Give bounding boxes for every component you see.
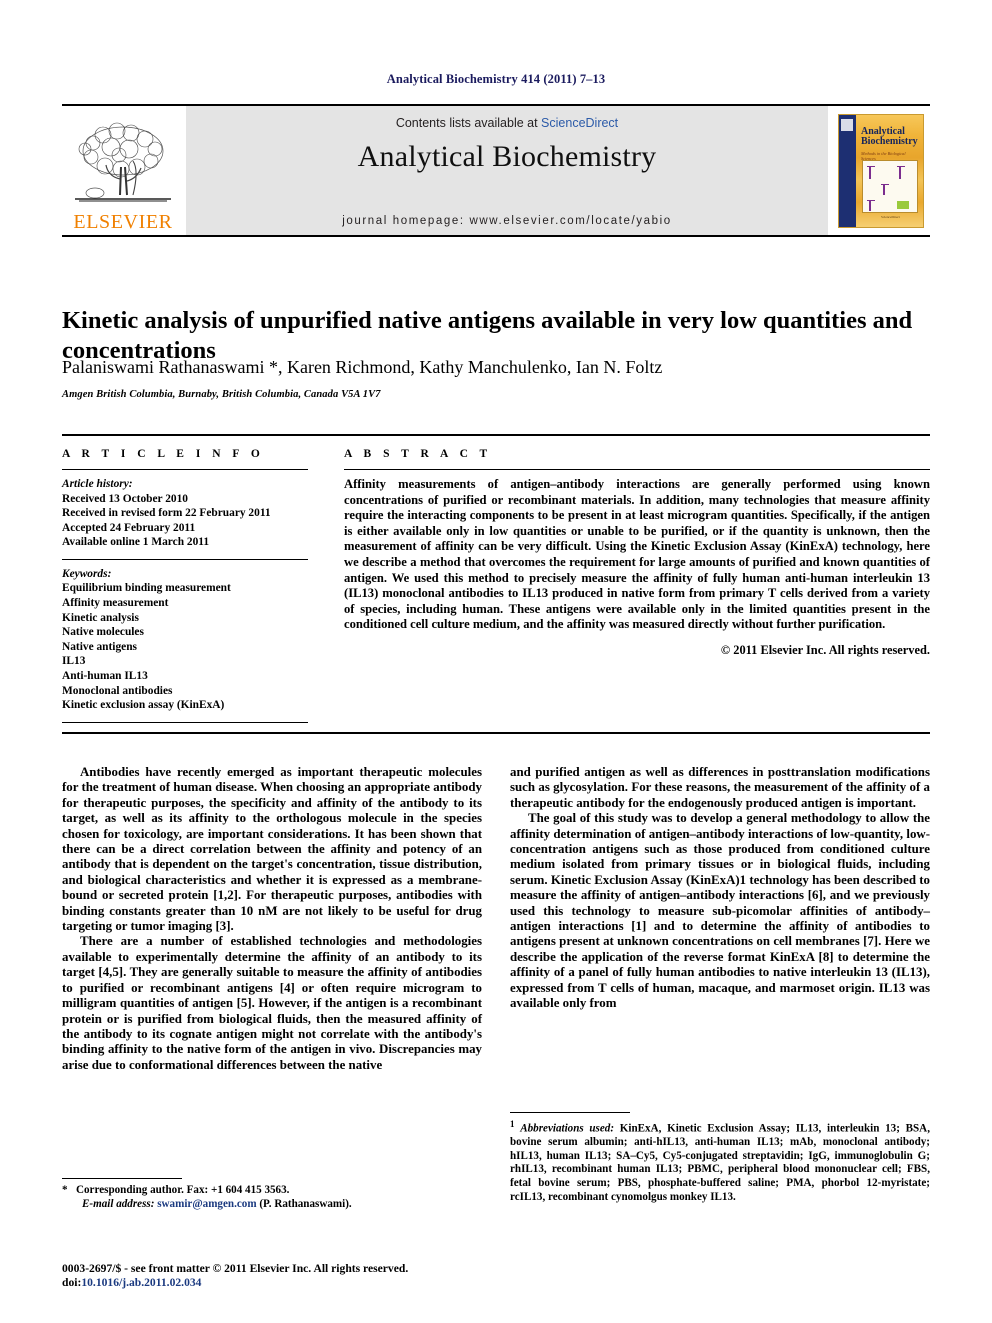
doi-line: doi:10.1016/j.ab.2011.02.034 (62, 1276, 562, 1290)
keyword-item: Native molecules (62, 626, 144, 639)
journal-article-page: Analytical Biochemistry 414 (2011) 7–13 (0, 0, 992, 1323)
journal-title: Analytical Biochemistry (357, 140, 657, 173)
masthead-band: Contents lists available at ScienceDirec… (186, 106, 828, 235)
doi-prefix: doi: (62, 1276, 82, 1289)
body-column-left: Antibodies have recently emerged as impo… (62, 765, 482, 1185)
imprint-block: 0003-2697/$ - see front matter © 2011 El… (62, 1262, 562, 1290)
issn-line: 0003-2697/$ - see front matter © 2011 El… (62, 1262, 409, 1275)
journal-homepage[interactable]: journal homepage: www.elsevier.com/locat… (186, 215, 828, 227)
history-item: Accepted 24 February 2011 (62, 521, 196, 534)
article-info-heading: A R T I C L E I N F O (62, 448, 265, 460)
keywords-label: Keywords: (62, 567, 112, 580)
journal-masthead: ELSEVIER Contents lists available at Sci… (62, 104, 930, 237)
elsevier-logo: ELSEVIER (62, 106, 184, 235)
keyword-item: Native antigens (62, 640, 137, 653)
affiliation: Amgen British Columbia, Burnaby, British… (62, 389, 381, 400)
copyright-notice: © 2011 Elsevier Inc. All rights reserved… (720, 642, 930, 657)
cover-spine (839, 114, 856, 227)
abbreviations-footnote: 1 Abbreviations used: KinExA, Kinetic Ex… (510, 1112, 930, 1204)
email-label: E-mail address: (82, 1197, 155, 1210)
info-abstract-band: A R T I C L E I N F O Article history: R… (62, 434, 930, 734)
corresponding-author-text: Corresponding author. Fax: +1 604 415 35… (76, 1184, 290, 1196)
journal-cover-thumbnail: Analytical Biochemistry Methods in the B… (832, 106, 930, 235)
footnote-rule (510, 1112, 630, 1113)
elsevier-tree-mark-icon (841, 118, 853, 131)
history-item: Received 13 October 2010 (62, 492, 189, 505)
author-list: Palaniswami Rathanaswami *, Karen Richmo… (62, 356, 930, 378)
paragraph: There are a number of established techno… (62, 934, 482, 1072)
abstract-column: A B S T R A C T Affinity measurements of… (324, 436, 930, 732)
doi-link[interactable]: 10.1016/j.ab.2011.02.034 (81, 1276, 201, 1289)
keyword-item: Kinetic exclusion assay (KinExA) (62, 699, 225, 712)
paragraph: and purified antigen as well as differen… (510, 765, 930, 810)
keyword-item: Anti-human IL13 (62, 669, 148, 682)
paragraph: Antibodies have recently emerged as impo… (62, 765, 482, 934)
cover-title: Analytical Biochemistry (861, 125, 918, 147)
divider (62, 558, 308, 560)
corresponding-author-footnote: * Corresponding author. Fax: +1 604 415 3… (62, 1178, 482, 1211)
footnote-marker: 1 (510, 1119, 515, 1129)
article-history-label: Article history: (62, 478, 133, 490)
keyword-item: Affinity measurement (62, 596, 169, 609)
article-info-column: A R T I C L E I N F O Article history: R… (62, 436, 324, 732)
footnote-marker: * (62, 1184, 68, 1196)
running-head: Analytical Biochemistry 414 (2011) 7–13 (386, 72, 606, 86)
divider (344, 469, 930, 470)
divider (62, 469, 308, 470)
divider (62, 721, 308, 723)
elsevier-wordmark: ELSEVIER (73, 211, 173, 233)
email-link[interactable]: swamir@amgen.com (157, 1198, 256, 1210)
abbreviations-label: Abbreviations used: (520, 1122, 615, 1135)
keyword-item: Kinetic analysis (62, 611, 139, 624)
email-owner: (P. Rathanaswami). (259, 1197, 352, 1210)
history-item: Received in revised form 22 February 201… (62, 507, 271, 520)
keyword-item: Equilibrium binding measurement (62, 582, 231, 595)
cover-figure (862, 159, 918, 213)
elsevier-tree-icon (75, 122, 171, 202)
abstract-heading: A B S T R A C T (344, 448, 492, 460)
sciencedirect-link[interactable]: ScienceDirect (541, 116, 618, 130)
author-names: Palaniswami Rathanaswami *, Karen Richmo… (62, 357, 663, 377)
paragraph: The goal of this study was to develop a … (510, 811, 930, 1011)
footnote-rule (62, 1178, 182, 1179)
history-item: Available online 1 March 2011 (62, 536, 210, 549)
cover-image: Analytical Biochemistry Methods in the B… (838, 113, 924, 228)
contents-available-line: Contents lists available at ScienceDirec… (186, 116, 828, 130)
keyword-item: Monoclonal antibodies (62, 684, 173, 697)
keyword-item: IL13 (62, 655, 86, 668)
contents-prefix: Contents lists available at (395, 116, 542, 130)
cover-footer: ScienceDirect (880, 214, 900, 219)
abstract-text: Affinity measurements of antigen–antibod… (344, 477, 930, 632)
